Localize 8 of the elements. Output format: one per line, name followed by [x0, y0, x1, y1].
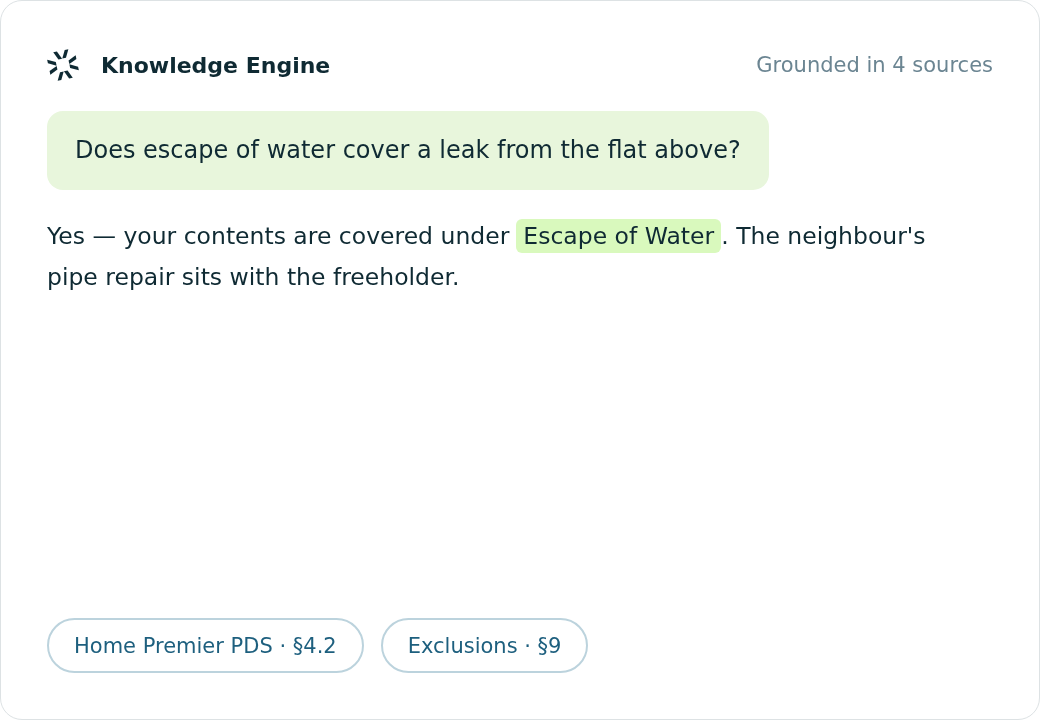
question-bubble: Does escape of water cover a leak from the flat above?	[47, 111, 769, 190]
source-chip[interactable]: Exclusions · §9	[380, 618, 589, 673]
sources-note: Grounded in 4 sources	[756, 53, 993, 77]
source-chip[interactable]: Home Premier PDS · §4.2	[47, 618, 364, 673]
app-title: Knowledge Engine	[101, 52, 331, 78]
highlighted-term: Escape of Water	[516, 219, 722, 253]
burst-logo-icon	[47, 49, 79, 81]
answer-text: Yes — your contents are covered under Escape of Water . The neighbour's pipe repair sits with the freeholder.	[47, 216, 972, 298]
